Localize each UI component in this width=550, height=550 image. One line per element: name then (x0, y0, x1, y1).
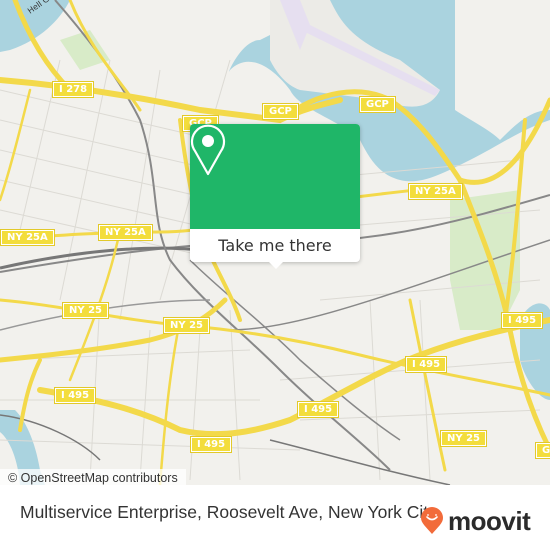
route-shield-ny25: NY 25 (61, 302, 110, 319)
moovit-brand: moovit (448, 506, 531, 536)
moovit-logo-icon (421, 507, 443, 534)
route-shield-i495: I 495 (404, 356, 448, 373)
route-shield-ny25a: NY 25A (0, 229, 55, 246)
take-me-there-button[interactable]: Take me there (190, 229, 360, 262)
route-shield-ny25a: NY 25A (408, 183, 463, 200)
route-shield-gcp: GCP (535, 442, 550, 459)
route-shield-ny25: NY 25 (439, 430, 488, 447)
map-attribution[interactable]: © OpenStreetMap contributors (0, 469, 186, 485)
route-shield-i495: I 495 (53, 387, 97, 404)
route-shield-i495: I 495 (189, 436, 233, 453)
route-shield-i278: I 278 (51, 81, 95, 98)
popup-pointer (268, 261, 284, 269)
park-flushing-meadows (450, 190, 520, 330)
route-shield-i495: I 495 (500, 312, 544, 329)
route-shield-ny25a: NY 25A (98, 224, 153, 241)
place-title: Multiservice Enterprise, Roosevelt Ave, … (20, 502, 437, 522)
route-shield-i495: I 495 (296, 401, 340, 418)
map-pin-icon (190, 124, 226, 176)
location-popup: Take me there (190, 124, 360, 269)
popup-header (190, 124, 360, 229)
map[interactable]: Hell Gate I 278 GCP GCP GCP NY 25A NY 25… (0, 0, 550, 485)
route-shield-ny25: NY 25 (162, 317, 211, 334)
route-shield-gcp: GCP (359, 96, 396, 113)
route-shield-gcp: GCP (262, 103, 299, 120)
